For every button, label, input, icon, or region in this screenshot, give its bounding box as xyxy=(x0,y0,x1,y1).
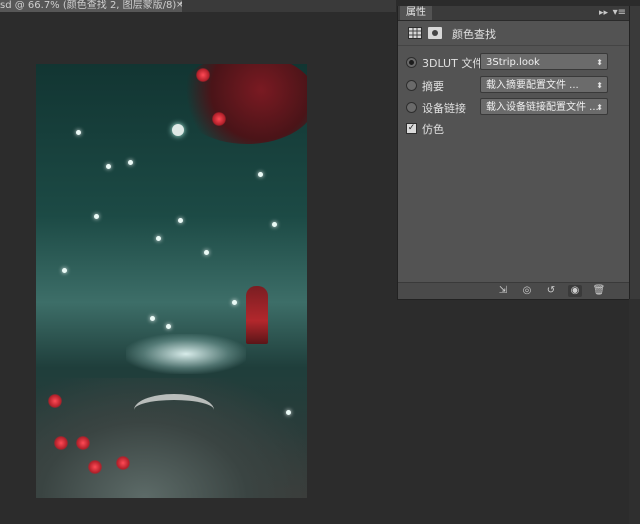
panel-tab-bar: 属性 ▸▸ ▾≡ xyxy=(398,6,630,21)
dither-row: ✓ 仿色 xyxy=(398,118,630,138)
dither-label: 仿色 xyxy=(422,123,444,136)
panel-scrollbar[interactable] xyxy=(629,6,640,299)
red-flower xyxy=(88,460,102,474)
select-arrows-icon: ⬍ xyxy=(596,58,603,67)
snowflake xyxy=(94,214,99,219)
snowflake xyxy=(204,250,209,255)
dither-checkbox[interactable]: ✓ xyxy=(406,123,417,134)
select-arrows-icon: ⬍ xyxy=(596,81,603,90)
snowflake xyxy=(286,410,291,415)
side-dock xyxy=(629,299,640,524)
document-tab[interactable]: sd @ 66.7% (颜色查找 2, 图层蒙版/8) * × xyxy=(0,0,182,12)
snowflake xyxy=(150,316,155,321)
visibility-icon[interactable]: ◉ xyxy=(568,285,582,297)
snowflake xyxy=(76,130,81,135)
red-flower xyxy=(196,68,210,82)
lut-file-label: 3DLUT 文件 xyxy=(422,57,484,70)
lut-file-row: 3DLUT 文件 3Strip.look ⬍ xyxy=(398,52,630,72)
device-link-radio[interactable] xyxy=(406,102,417,113)
snowflake xyxy=(156,236,161,241)
tab-properties[interactable]: 属性 xyxy=(400,6,432,20)
snowflake xyxy=(258,172,263,177)
snowflake xyxy=(272,222,277,227)
red-flower xyxy=(116,456,130,470)
delete-icon[interactable]: 🗑 xyxy=(592,285,606,297)
red-robed-figure xyxy=(246,286,268,344)
device-link-label: 设备链接 xyxy=(422,102,466,115)
clip-to-layer-icon[interactable]: ⇲ xyxy=(496,285,510,297)
snowflake xyxy=(128,160,133,165)
abstract-label: 摘要 xyxy=(422,80,444,93)
snowflake xyxy=(62,268,67,273)
panel-title: 颜色查找 xyxy=(452,28,496,41)
adjustment-grid-icon[interactable] xyxy=(408,27,422,39)
stone-bridge xyxy=(134,394,214,426)
reset-icon[interactable]: ↺ xyxy=(544,285,558,297)
device-link-select-value: 载入设备链接配置文件 ... xyxy=(486,102,599,113)
document-tab-title: sd @ 66.7% (颜色查找 2, 图层蒙版/8) * xyxy=(0,0,182,11)
layer-mask-icon[interactable] xyxy=(428,27,442,39)
moon xyxy=(172,124,184,136)
lut-file-select[interactable]: 3Strip.look ⬍ xyxy=(480,53,608,70)
lut-file-select-value: 3Strip.look xyxy=(486,57,540,68)
red-flower xyxy=(76,436,90,450)
lut-file-radio[interactable] xyxy=(406,57,417,68)
red-flower xyxy=(54,436,68,450)
snowflake xyxy=(106,164,111,169)
glowing-water xyxy=(126,334,246,374)
abstract-row: 摘要 载入摘要配置文件 ... ⬍ xyxy=(398,75,630,95)
device-link-select[interactable]: 载入设备链接配置文件 ... ⬍ xyxy=(480,98,608,115)
document-canvas[interactable] xyxy=(36,64,307,498)
select-arrows-icon: ⬍ xyxy=(596,103,603,112)
snowflake xyxy=(178,218,183,223)
panel-footer: ⇲ ◎ ↺ ◉ 🗑 xyxy=(398,282,630,299)
abstract-select[interactable]: 载入摘要配置文件 ... ⬍ xyxy=(480,76,608,93)
snowflake xyxy=(232,300,237,305)
close-tab-icon[interactable]: × xyxy=(176,0,182,11)
red-flower xyxy=(48,394,62,408)
document-tab-bar: sd @ 66.7% (颜色查找 2, 图层蒙版/8) * × xyxy=(0,0,396,12)
abstract-select-value: 载入摘要配置文件 ... xyxy=(486,80,579,91)
device-link-row: 设备链接 载入设备链接配置文件 ... ⬍ xyxy=(398,97,630,117)
panel-menu-icon[interactable]: ▾≡ xyxy=(613,7,626,19)
properties-panel: 属性 ▸▸ ▾≡ 颜色查找 3DLUT 文件 3Strip.look ⬍ 摘要 … xyxy=(397,6,630,300)
panel-header: 颜色查找 xyxy=(398,21,630,46)
red-flower xyxy=(212,112,226,126)
abstract-radio[interactable] xyxy=(406,80,417,91)
collapse-panel-icon[interactable]: ▸▸ xyxy=(599,7,608,19)
snowflake xyxy=(166,324,171,329)
view-previous-icon[interactable]: ◎ xyxy=(520,285,534,297)
